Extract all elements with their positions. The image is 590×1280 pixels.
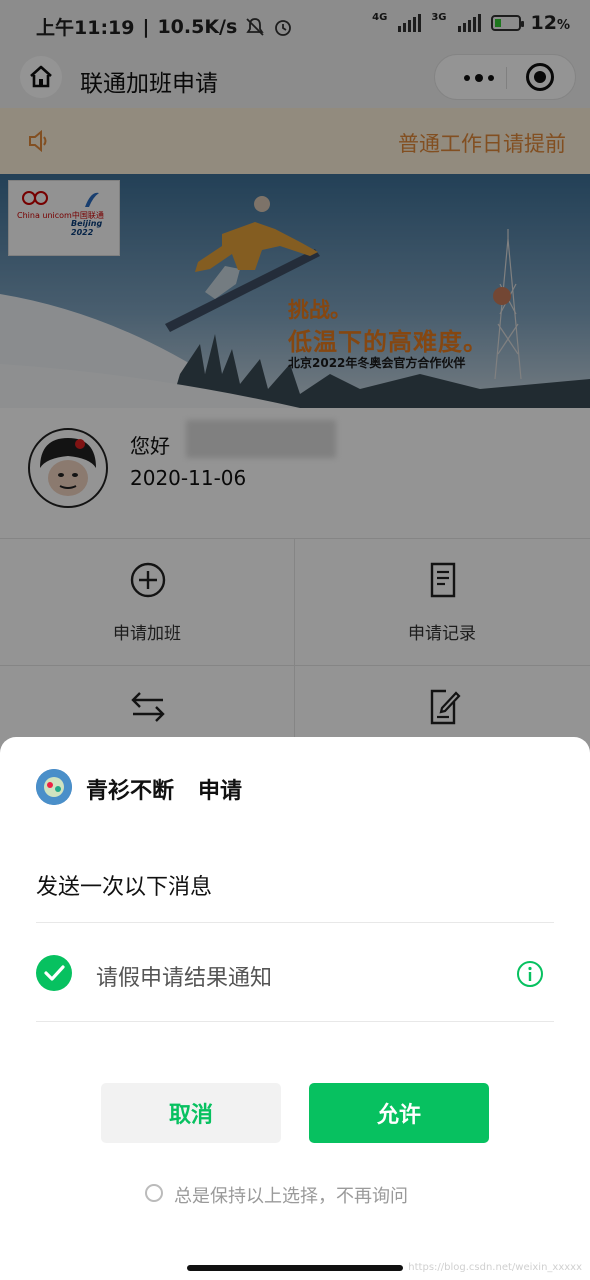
cancel-button[interactable]: 取消	[101, 1083, 281, 1143]
message-checkbox[interactable]	[36, 955, 72, 991]
check-icon	[44, 965, 65, 981]
app-name: 青衫不断	[86, 779, 175, 804]
home-indicator[interactable]	[187, 1265, 403, 1271]
watermark-text: https://blog.csdn.net/weixin_xxxxx	[408, 1262, 582, 1273]
always-keep-label[interactable]: 总是保持以上选择，不再询问	[174, 1182, 408, 1208]
info-icon[interactable]	[516, 960, 544, 988]
message-item-label: 请假申请结果通知	[96, 966, 273, 991]
allow-button[interactable]: 允许	[309, 1083, 489, 1143]
always-keep-radio[interactable]	[145, 1184, 163, 1202]
dialog-description: 发送一次以下消息	[36, 875, 213, 900]
app-icon	[36, 769, 72, 805]
divider	[36, 1021, 554, 1022]
subscribe-message-dialog: 青衫不断 申请 发送一次以下消息 请假申请结果通知 取消 允许 总是保持以上选择…	[0, 737, 590, 1280]
dialog-action-label: 申请	[198, 779, 243, 804]
divider	[36, 922, 554, 923]
